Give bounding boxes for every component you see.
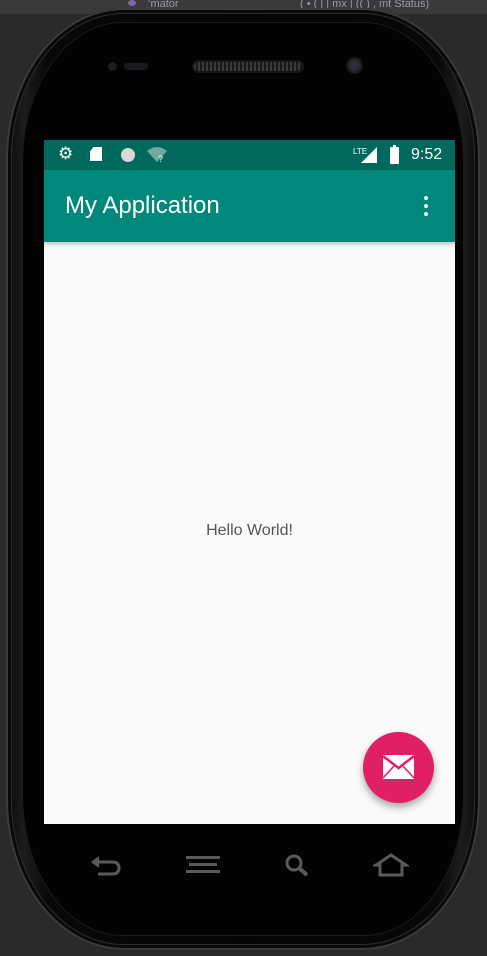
earpiece-speaker (194, 62, 302, 71)
app-toolbar: My Application (44, 170, 455, 242)
device-screen: ⚙ ? LTE 9:52 My Application Hello World! (44, 140, 455, 824)
svg-text:LTE: LTE (353, 147, 367, 156)
wifi-no-internet-icon: ? (147, 147, 167, 163)
app-title: My Application (65, 192, 220, 219)
home-icon[interactable] (373, 852, 409, 878)
front-camera-icon (346, 57, 363, 74)
svg-text:?: ? (158, 154, 163, 163)
light-sensor-icon (124, 63, 148, 70)
overflow-menu-icon[interactable] (418, 194, 434, 220)
back-icon[interactable] (90, 852, 122, 878)
battery-icon (390, 145, 399, 164)
status-bar: ⚙ ? LTE 9:52 (44, 140, 455, 170)
lte-signal-icon: LTE (353, 147, 377, 163)
window-app-icon (128, 0, 136, 6)
hello-text: Hello World! (206, 522, 293, 539)
mail-icon (383, 755, 414, 779)
sd-card-icon (90, 147, 102, 161)
proximity-sensor-icon (108, 62, 117, 71)
status-clock: 9:52 (411, 146, 443, 163)
settings-gear-icon: ⚙ (58, 144, 74, 163)
menu-icon[interactable] (185, 852, 221, 878)
circle-notification-icon (121, 148, 135, 162)
search-icon[interactable] (283, 852, 313, 878)
mail-fab-button[interactable] (363, 732, 434, 803)
